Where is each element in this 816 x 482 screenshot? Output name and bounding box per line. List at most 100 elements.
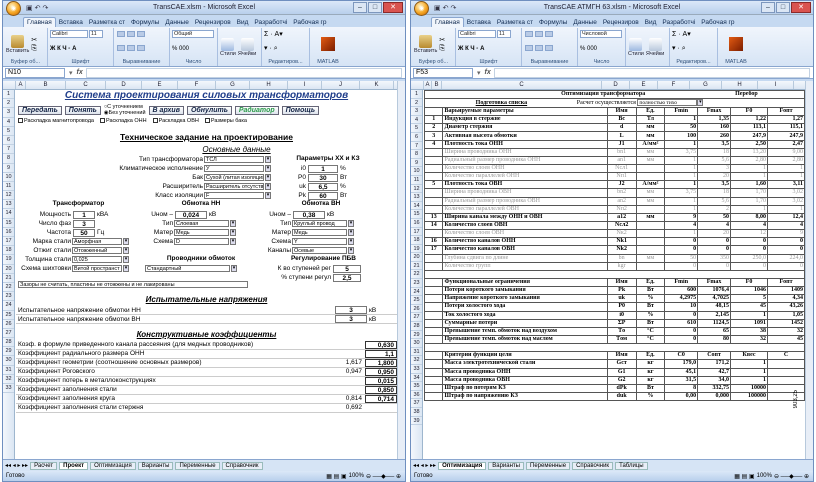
calc-mode-select[interactable]: полностью тихо — [637, 99, 698, 107]
uk-field[interactable]: 6,5 — [308, 182, 338, 191]
fmin-cell[interactable]: 3,75 — [664, 188, 699, 198]
number-format-field[interactable]: Числовой — [580, 30, 622, 38]
row-header[interactable]: 9 — [411, 159, 422, 168]
cell[interactable]: 65 — [697, 326, 732, 336]
ribbon-tab-review[interactable]: Рецензиров — [600, 18, 642, 27]
coef-value[interactable]: 1,800 — [365, 359, 397, 367]
sheet-tab-reference[interactable]: Справочник — [572, 461, 614, 470]
office-button[interactable]: ◉ — [6, 1, 21, 16]
climate-select[interactable]: У — [204, 165, 264, 172]
view-icons[interactable]: ▦ ▤ ▣ — [326, 473, 346, 480]
row-header[interactable]: 14 — [3, 209, 14, 219]
cell[interactable]: 0 — [664, 326, 699, 336]
vn-channels-select[interactable]: Осевые — [292, 247, 347, 254]
row-header[interactable]: 12 — [3, 191, 14, 201]
cell[interactable]: 600 — [664, 286, 699, 296]
row-header[interactable]: 10 — [411, 167, 422, 176]
fmax-cell[interactable]: 3,5 — [697, 180, 732, 190]
note-row[interactable]: Зазоры не считать, пластины не отожжены … — [16, 281, 256, 288]
help-button[interactable]: Помощь — [281, 105, 320, 115]
fmax-cell[interactable]: 50 — [697, 212, 732, 222]
chevron-down-icon[interactable]: ▾ — [123, 265, 129, 272]
radiator-button[interactable]: Радиатор — [234, 105, 279, 115]
chevron-down-icon[interactable]: ▾ — [123, 247, 129, 254]
number-format-field[interactable]: Общий — [172, 30, 214, 38]
checkbox-tank-size[interactable]: Размеры бака — [204, 118, 247, 124]
chevron-down-icon[interactable]: ▾ — [348, 247, 354, 254]
pbv-steps-field[interactable]: 5 — [333, 264, 361, 273]
row-header[interactable]: 29 — [3, 347, 14, 357]
cell[interactable]: 10000 — [730, 383, 768, 393]
row-header[interactable]: 5 — [3, 127, 14, 136]
ribbon-tab-formulas[interactable]: Формулы — [536, 18, 570, 27]
row-header[interactable]: 29 — [411, 331, 422, 340]
row-header[interactable]: 34 — [411, 374, 422, 383]
cut-icon[interactable]: ✂ — [439, 36, 445, 44]
cells-button[interactable]: Ячейки — [238, 37, 256, 57]
cell[interactable]: 610 — [664, 318, 699, 328]
row-header[interactable]: 35 — [411, 382, 422, 391]
row-header[interactable]: 26 — [411, 305, 422, 314]
row-header[interactable]: 6 — [411, 133, 422, 142]
row-header[interactable]: 12 — [411, 185, 422, 194]
row-header[interactable]: 22 — [3, 283, 14, 293]
row-header[interactable]: 9 — [3, 164, 14, 173]
font-size-field[interactable]: 11 — [497, 30, 511, 38]
fmax-cell[interactable]: 2 — [697, 204, 732, 214]
test-voltage-nn-field[interactable]: 3 — [335, 306, 367, 314]
view-icons[interactable]: ▦ ▤ ▣ — [734, 473, 754, 480]
row-header[interactable]: 16 — [3, 228, 14, 237]
understand-button[interactable]: Понять — [64, 105, 101, 115]
zoom-slider[interactable]: ⊖ ──◆── ⊕ — [774, 473, 809, 480]
row-header[interactable]: 21 — [3, 274, 14, 283]
vn-material-select[interactable]: Медь — [292, 229, 347, 236]
archive-button[interactable]: В архив — [148, 105, 184, 115]
transformer-type-select[interactable]: ТСЛ — [204, 156, 264, 163]
sheet-tab-variants[interactable]: Варианты — [488, 461, 524, 470]
fmin-cell[interactable]: 0 — [664, 237, 699, 247]
row-header[interactable]: 28 — [411, 322, 422, 331]
ribbon-tab-layout[interactable]: Разметка ст — [86, 18, 128, 27]
ribbon-tab-workgroup[interactable]: Рабочая гр — [698, 18, 737, 27]
fmin-cell[interactable]: 4 — [664, 220, 699, 231]
paste-button[interactable]: Вставить — [414, 34, 437, 54]
chevron-down-icon[interactable]: ▾ — [348, 229, 354, 236]
cell[interactable]: 100000 — [730, 391, 768, 402]
ribbon-tab-layout[interactable]: Разметка ст — [494, 18, 536, 27]
row-header[interactable]: 25 — [3, 311, 14, 320]
chevron-down-icon[interactable]: ▾ — [477, 69, 481, 77]
row-header[interactable]: 1 — [3, 90, 14, 100]
row-header[interactable]: 38 — [411, 408, 422, 417]
fmax-cell[interactable]: 3,5 — [697, 139, 732, 149]
autosum-icon[interactable]: Σ · A▾ — [672, 30, 715, 38]
tab-nav-icon[interactable]: ◂◂ ◂ ▸ ▸▸ — [5, 462, 28, 469]
fmax-cell[interactable]: 0 — [697, 237, 732, 247]
checkbox-core-layout[interactable]: Раскладка магнитопровода — [18, 118, 94, 124]
sheet-tab-proekt[interactable]: Проект — [59, 461, 89, 470]
reset-button[interactable]: Обнулить — [186, 105, 232, 115]
row-header[interactable]: 15 — [3, 219, 14, 228]
coef-value[interactable]: 0,630 — [365, 341, 397, 349]
copy-icon[interactable]: ⎘ — [439, 45, 445, 53]
close-button[interactable]: ✕ — [791, 2, 811, 13]
row-header[interactable]: 1 — [411, 90, 422, 99]
chevron-down-icon[interactable]: ▾ — [230, 238, 236, 245]
steel-grade-select[interactable]: Аморфная — [72, 238, 122, 245]
i0-field[interactable]: 1 — [308, 164, 338, 173]
fmin-cell[interactable]: 100 — [664, 131, 699, 141]
fmin-cell[interactable]: 1 — [664, 196, 699, 206]
chevron-down-icon[interactable]: ▾ — [69, 69, 73, 77]
cell[interactable]: 80 — [697, 334, 732, 345]
coef-value[interactable]: 0,714 — [365, 395, 397, 403]
row-header[interactable]: 32 — [411, 356, 422, 365]
row-header[interactable]: 33 — [411, 365, 422, 374]
vertical-scrollbar[interactable] — [805, 81, 813, 459]
name-box[interactable]: N10 — [5, 67, 65, 78]
matlab-icon[interactable] — [321, 37, 335, 51]
fill-icon[interactable]: ▾ · ⌕ — [264, 44, 307, 53]
font-name-field[interactable]: Calibri — [50, 30, 88, 38]
sheet-tab-raschet[interactable]: Расчет — [30, 461, 58, 470]
row-header[interactable]: 31 — [3, 366, 14, 375]
fmax-cell[interactable]: 5,6 — [697, 196, 732, 206]
pbv-pct-field[interactable]: 2,5 — [333, 273, 361, 282]
